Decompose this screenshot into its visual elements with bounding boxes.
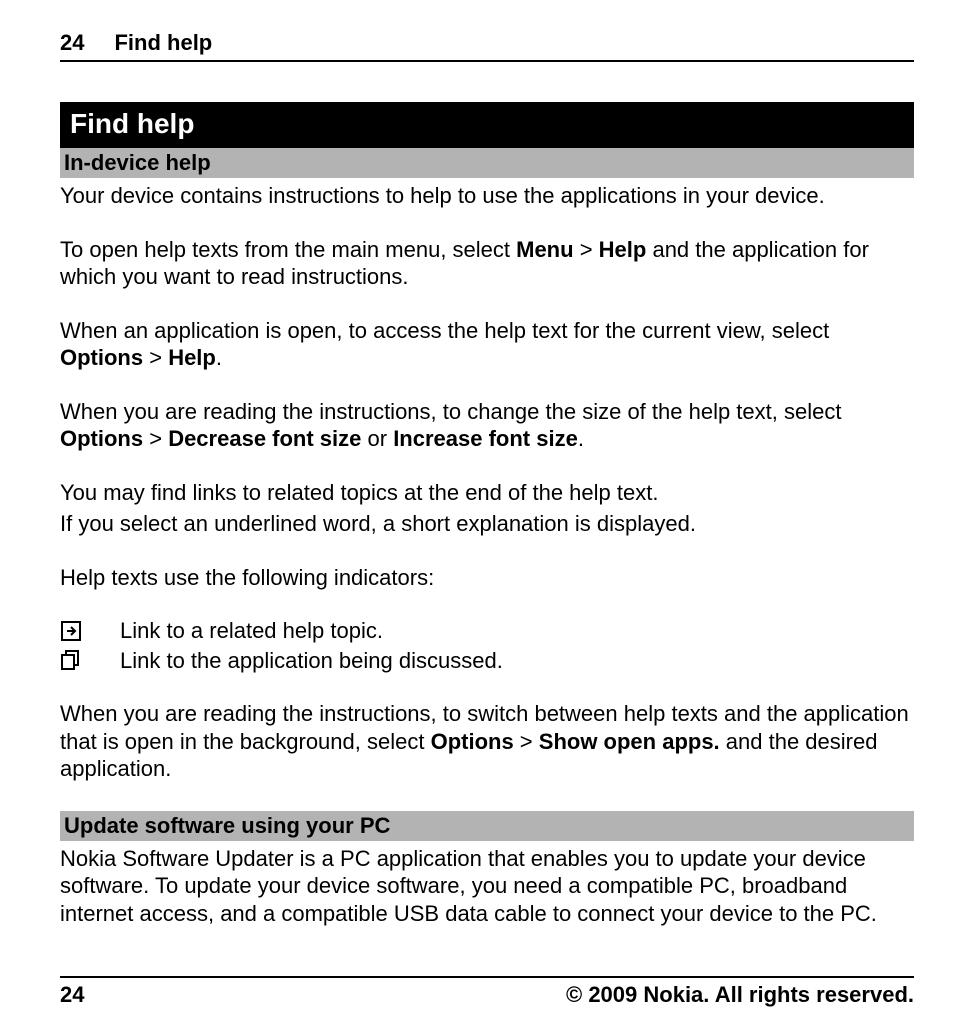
paragraph: Nokia Software Updater is a PC applicati…	[60, 845, 914, 928]
indicator-label: Link to the application being discussed.	[120, 647, 503, 675]
page-footer: 24 © 2009 Nokia. All rights reserved.	[60, 976, 914, 1008]
section-heading-update-software: Update software using your PC	[60, 811, 914, 841]
footer-copyright: © 2009 Nokia. All rights reserved.	[566, 982, 914, 1008]
section-title: In-device help	[64, 150, 211, 175]
header-section-title: Find help	[114, 30, 212, 56]
body-text: Nokia Software Updater is a PC applicati…	[60, 845, 914, 928]
ui-path-options: Options	[431, 729, 514, 754]
page-header: 24 Find help	[60, 30, 914, 62]
ui-path-increase-font: Increase font size	[393, 426, 578, 451]
ui-path-options: Options	[60, 426, 143, 451]
document-page: 24 Find help Find help In-device help Yo…	[0, 0, 954, 1036]
paragraph: When an application is open, to access t…	[60, 317, 914, 372]
indicator-row: Link to the application being discussed.	[60, 647, 914, 675]
link-topic-icon	[60, 620, 120, 642]
chapter-title-bar: Find help	[60, 102, 914, 148]
ui-path-menu: Menu	[516, 237, 573, 262]
header-page-number: 24	[60, 30, 84, 56]
paragraph: Help texts use the following indicators:	[60, 564, 914, 592]
section-title: Update software using your PC	[64, 813, 390, 838]
indicator-label: Link to a related help topic.	[120, 617, 383, 645]
footer-page-number: 24	[60, 982, 84, 1008]
paragraph: You may find links to related topics at …	[60, 479, 914, 507]
paragraph: If you select an underlined word, a shor…	[60, 510, 914, 538]
ui-path-help: Help	[599, 237, 647, 262]
paragraph: When you are reading the instructions, t…	[60, 398, 914, 453]
paragraph: To open help texts from the main menu, s…	[60, 236, 914, 291]
ui-path-show-open-apps: Show open apps.	[539, 729, 720, 754]
ui-path-decrease-font: Decrease font size	[168, 426, 361, 451]
body-text: Your device contains instructions to hel…	[60, 182, 914, 783]
ui-path-options: Options	[60, 345, 143, 370]
indicator-row: Link to a related help topic.	[60, 617, 914, 645]
ui-path-help: Help	[168, 345, 216, 370]
chapter-title: Find help	[70, 108, 194, 139]
link-application-icon	[60, 649, 120, 671]
section-heading-in-device-help: In-device help	[60, 148, 914, 178]
paragraph: When you are reading the instructions, t…	[60, 700, 914, 783]
paragraph: Your device contains instructions to hel…	[60, 182, 914, 210]
